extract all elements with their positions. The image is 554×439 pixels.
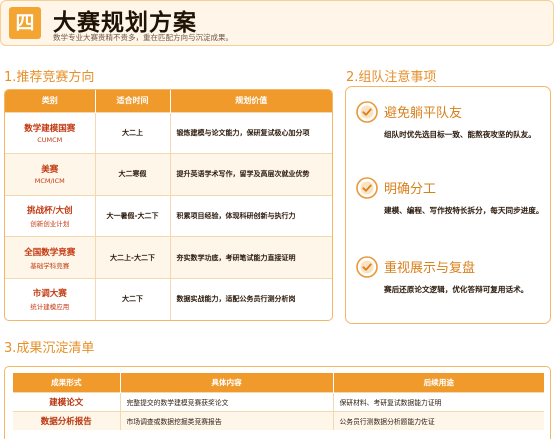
tip-title: 避免躺平队友 [384, 106, 463, 121]
tip-body: 建模、编程、写作按特长拆分，每天同步进度。 [384, 206, 544, 215]
competition-subname: CUMCM [37, 135, 63, 144]
suitable-time: 大二下 [95, 277, 171, 320]
section1-heading: 1.推荐竞赛方向 [4, 70, 95, 85]
suitable-time: 大二上 [95, 111, 171, 154]
table-row: 数据分析报告 市场调查或数据挖掘类竞赛报告 公务员行测数据分析题能力佐证 [13, 410, 544, 430]
results-table: 成果形式 具体内容 后续用途 建模论文 完整提交的数学建模竞赛获奖论文 保研材料… [13, 373, 544, 430]
competition-cell: 挑战杯/大创 创新创业计划 [5, 194, 96, 237]
competition-cell: 美赛 MCM/ICM [5, 153, 96, 196]
competition-name: 美赛 [41, 165, 59, 176]
table-header-row: 类别 适合时间 规划价值 [5, 90, 332, 112]
suitable-time: 大一暑假-大二下 [95, 194, 171, 237]
check-circle-icon [356, 101, 378, 123]
planning-value: 积累项目经验，体现科研创新与执行力 [170, 194, 332, 237]
column-header-content: 具体内容 [120, 373, 334, 392]
result-content: 完整提交的数学建模竞赛获奖论文 [120, 391, 334, 411]
column-header-time: 适合时间 [95, 90, 171, 112]
tip-title: 明确分工 [384, 182, 437, 197]
table-row: 市调大赛统计建模应用 大二下 数据实战能力，适配公务员行测分析岗 [5, 277, 332, 320]
tip-title: 重视展示与复盘 [384, 261, 476, 276]
competition-name: 全国数学竞赛 [24, 247, 76, 258]
check-circle-icon [356, 177, 378, 199]
competition-cell: 全国数学竞赛 基础学科竞赛 [5, 236, 96, 279]
planning-value: 夯实数学功底，考研笔试能力直接证明 [170, 236, 332, 279]
suitable-time: 大二寒假 [95, 153, 171, 196]
table-row: 建模论文 完整提交的数学建模竞赛获奖论文 保研材料、考研复试数据能力证明 [13, 391, 544, 411]
page-subtitle: 数学专业大赛贵精不贵多，重在匹配方向与沉淀成果。 [53, 33, 233, 42]
table-row: 美赛 MCM/ICM 大二寒假 提升英语学术写作，留学及高层次就业优势 [5, 153, 332, 196]
table-header-row: 成果形式 具体内容 后续用途 [13, 373, 544, 392]
competition-name: 挑战杯/大创 [26, 205, 73, 216]
result-form: 建模论文 [13, 391, 121, 411]
competition-table-panel: 类别 适合时间 规划价值 数学建模国赛 CUMCM 大二上 锻炼建模与论文能力，保… [4, 89, 333, 321]
result-content: 市场调查或数据挖掘类竞赛报告 [120, 410, 334, 430]
competition-subname: 统计建模应用 [30, 303, 70, 312]
table-row: 挑战杯/大创 创新创业计划 大一暑假-大二下 积累项目经验，体现科研创新与执行力 [5, 194, 332, 237]
tip-body: 组队时优先选目标一致、能熬夜攻坚的队友。 [384, 130, 536, 139]
result-use: 保研材料、考研复试数据能力证明 [333, 391, 544, 411]
results-panel: 成果形式 具体内容 后续用途 建模论文 完整提交的数学建模竞赛获奖论文 保研材料… [4, 366, 551, 439]
header-banner: 四 大赛规划方案 数学专业大赛贵精不贵多，重在匹配方向与沉淀成果。 [0, 0, 554, 46]
section2-heading: 2.组队注意事项 [346, 70, 437, 85]
competition-name: 数学建模国赛 [24, 123, 76, 134]
suitable-time: 大二上-大二下 [95, 236, 171, 279]
tip-body: 赛后还原论文逻辑，优化答辩可复用话术。 [384, 285, 529, 294]
column-header-form: 成果形式 [13, 373, 121, 392]
column-header-category: 类别 [5, 90, 96, 112]
competition-cell: 市调大赛统计建模应用 [5, 277, 96, 320]
competition-subname: MCM/ICM [34, 177, 65, 186]
planning-value: 锻炼建模与论文能力，保研复试极心加分项 [170, 111, 332, 154]
team-tips-panel: 避免躺平队友 组队时优先选目标一致、能熬夜攻坚的队友。 明确分工 建模、编程、写… [345, 86, 551, 324]
table-row: 数学建模国赛 CUMCM 大二上 锻炼建模与论文能力，保研复试极心加分项 [5, 111, 332, 154]
competition-name: 市调大赛 [32, 289, 67, 300]
competition-subname: 创新创业计划 [30, 219, 70, 228]
planning-value: 提升英语学术写作，留学及高层次就业优势 [170, 153, 332, 196]
result-use: 公务员行测数据分析题能力佐证 [333, 410, 544, 430]
planning-value: 数据实战能力，适配公务员行测分析岗 [170, 277, 332, 320]
competition-cell: 数学建模国赛 CUMCM [5, 111, 96, 154]
competition-table: 类别 适合时间 规划价值 数学建模国赛 CUMCM 大二上 锻炼建模与论文能力，保… [5, 90, 332, 320]
competition-subname: 基础学科竞赛 [30, 261, 70, 270]
column-header-value: 规划价值 [170, 90, 332, 112]
section-number-badge: 四 [9, 7, 41, 39]
column-header-use: 后续用途 [333, 373, 544, 392]
section3-heading: 3.成果沉淀清单 [4, 341, 95, 356]
check-circle-icon [356, 256, 378, 278]
result-form: 数据分析报告 [13, 410, 121, 430]
table-row: 全国数学竞赛 基础学科竞赛 大二上-大二下 夯实数学功底，考研笔试能力直接证明 [5, 236, 332, 279]
